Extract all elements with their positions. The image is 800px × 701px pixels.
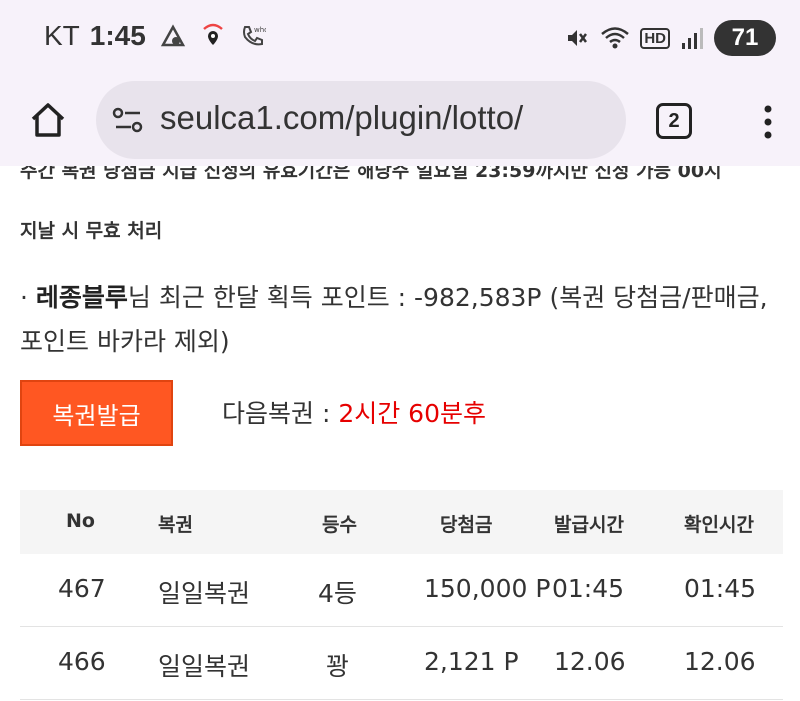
site-settings-icon[interactable] <box>112 105 144 135</box>
status-bar-right: HD 71 <box>564 20 776 56</box>
table-row[interactable]: 467 일일복권 4등 150,000 P 01:45 01:45 <box>20 554 783 627</box>
column-header-rank: 등수 <box>322 514 357 536</box>
table-header: No 복권 등수 당첨금 발급시간 확인시간 <box>20 490 783 554</box>
battery-indicator: 71 <box>714 20 776 56</box>
points-username: 레종블루 <box>35 283 128 312</box>
map-pin-icon <box>202 23 223 45</box>
signal-icon <box>682 28 703 49</box>
cell-prize: 150,000 P <box>424 574 551 603</box>
points-bullet: · <box>20 283 36 312</box>
column-header-no: No <box>66 510 95 532</box>
points-summary: · 레종블루님 최근 한달 획득 포인트 : -982,583P (복권 당첨금… <box>20 276 790 364</box>
cell-checked-time: 01:45 <box>684 574 757 603</box>
cell-no: 467 <box>58 574 106 603</box>
next-lottery-info: 다음복권 : 2시간 60분후 <box>222 394 486 430</box>
column-header-checked-time: 확인시간 <box>684 514 754 536</box>
cell-rank: 꽝 <box>326 652 350 681</box>
next-lottery-label: 다음복권 : <box>222 399 339 428</box>
cell-issued-time: 12.06 <box>554 647 626 676</box>
hd-voice-icon: HD <box>640 27 670 49</box>
tab-switcher-button[interactable]: 2 <box>656 103 692 139</box>
lottery-history-table: No 복권 등수 당첨금 발급시간 확인시간 467 일일복권 4등 150,0… <box>20 490 783 700</box>
column-header-issued-time: 발급시간 <box>554 514 624 536</box>
cell-lottery: 일일복권 <box>158 579 251 608</box>
notice-text-line1: 주간 복권 당첨금 지급 신청의 유효기간은 해당주 일요일 23:59까지만 … <box>20 166 722 182</box>
notification-app-icon <box>160 24 185 47</box>
cell-prize: 2,121 P <box>424 647 519 676</box>
issue-lottery-button[interactable]: 복권발급 <box>20 380 173 446</box>
table-row[interactable]: 466 일일복권 꽝 2,121 P 12.06 12.06 <box>20 627 783 700</box>
url-text: seulca1.com/plugin/lotto/ <box>160 99 524 136</box>
column-header-prize: 당첨금 <box>440 514 493 536</box>
cell-checked-time: 12.06 <box>684 647 756 676</box>
mute-icon <box>568 30 588 46</box>
cell-no: 466 <box>58 647 106 676</box>
address-bar[interactable]: seulca1.com/plugin/lotto/ <box>96 81 626 159</box>
phone-call-icon: who <box>242 26 266 46</box>
status-bar-left: KT 1:45 who <box>44 20 266 52</box>
cell-rank: 4등 <box>318 579 357 608</box>
next-lottery-countdown: 2시간 60분후 <box>338 399 486 428</box>
svg-text:who: who <box>254 26 266 34</box>
status-bar: KT 1:45 who HD <box>0 0 800 78</box>
notice-text-line2: 지날 시 무효 처리 <box>20 220 163 242</box>
home-icon[interactable] <box>28 100 68 140</box>
page-content: 주간 복권 당첨금 지급 신청의 유효기간은 해당주 일요일 23:59까지만 … <box>0 166 800 701</box>
column-header-lottery: 복권 <box>158 514 193 536</box>
wifi-icon <box>601 27 630 49</box>
cell-lottery: 일일복권 <box>158 652 251 681</box>
browser-toolbar: seulca1.com/plugin/lotto/ 2 <box>0 78 800 166</box>
clock: 1:45 <box>89 20 146 51</box>
overflow-menu-icon[interactable] <box>756 102 780 142</box>
points-text: 님 최근 한달 획득 포인트 : -982,583P (복권 당첨금/판매금, … <box>20 283 768 356</box>
cell-issued-time: 01:45 <box>552 574 625 603</box>
carrier-label: KT <box>44 20 80 51</box>
